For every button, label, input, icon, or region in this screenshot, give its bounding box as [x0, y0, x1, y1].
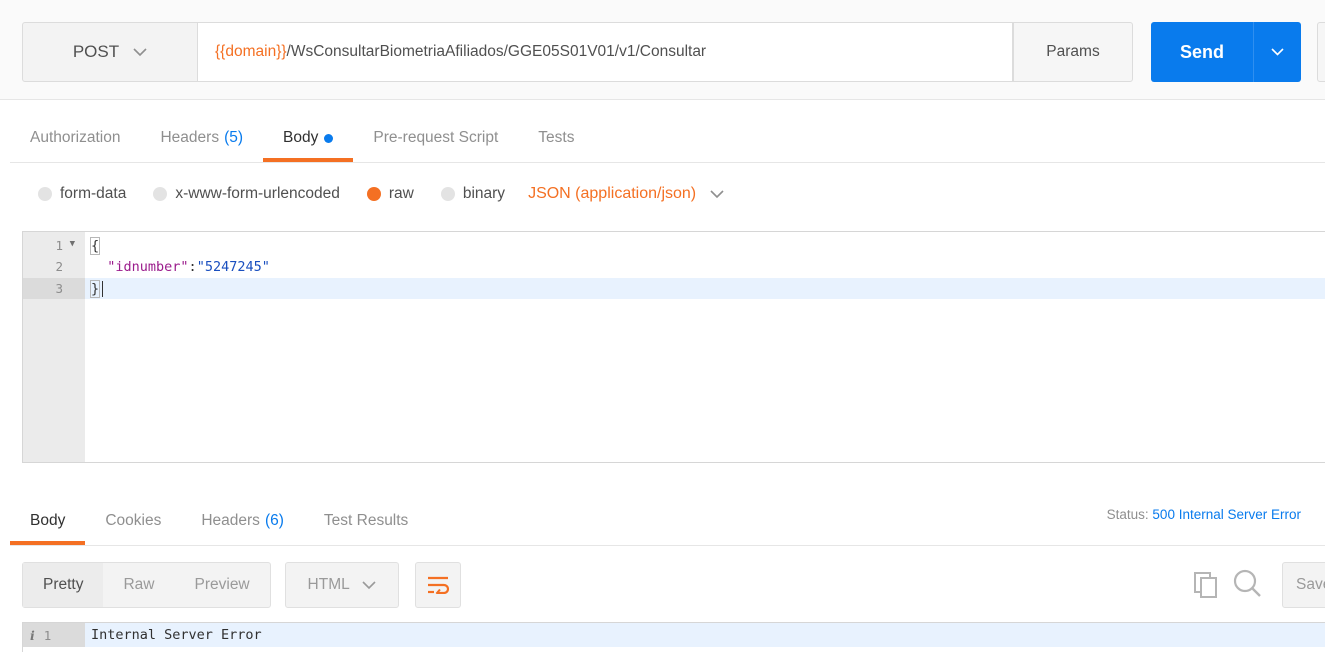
request-tabs: Authorization Headers (5) Body Pre-request S… [10, 114, 594, 162]
save-response-button[interactable]: Save [1282, 562, 1325, 608]
response-tabs: Body Cookies Headers (6) Test Results [10, 497, 428, 545]
radio-icon[interactable] [440, 187, 455, 201]
modified-dot-icon [324, 133, 334, 143]
url-input[interactable]: {{domain}}/WsConsultarBiometriaAfiliados… [198, 22, 1013, 82]
params-button[interactable]: Params [1013, 22, 1133, 82]
tab-headers[interactable]: Headers (5) [140, 114, 263, 162]
fold-arrow-icon[interactable]: ▼ [70, 239, 75, 249]
response-tab-headers[interactable]: Headers (6) [181, 497, 304, 545]
code-line: 2 "idnumber":"5247245" [23, 256, 1325, 277]
send-dropdown-button[interactable] [1253, 22, 1301, 82]
radio-label: x-www-form-urlencoded [175, 185, 340, 202]
code-line: 1 ▼ { [23, 235, 1325, 256]
view-pretty-button[interactable]: Pretty [23, 563, 104, 607]
wrap-lines-icon [427, 576, 449, 594]
response-body-viewer[interactable]: i 1 Internal Server Error [22, 622, 1325, 652]
method-label: POST [72, 42, 120, 61]
tab-label: Headers [201, 512, 260, 529]
tab-label: Authorization [30, 129, 121, 146]
json-value: "5247245" [196, 258, 270, 275]
method-select[interactable]: POST [22, 22, 198, 82]
response-toolbar: Pretty Raw Preview HTML [22, 562, 461, 608]
json-separator: : [188, 258, 197, 275]
divider [10, 162, 1325, 163]
tab-label: Tests [538, 129, 575, 146]
tab-count: (6) [264, 512, 284, 529]
body-type-x-www-form-urlencoded[interactable]: x-www-form-urlencoded [153, 185, 340, 203]
body-type-options: form-data x-www-form-urlencoded raw binary … [38, 176, 724, 212]
copy-icon[interactable] [1192, 570, 1220, 598]
search-icon[interactable] [1232, 568, 1262, 598]
tab-pre-request-script[interactable]: Pre-request Script [353, 114, 518, 162]
view-preview-button[interactable]: Preview [175, 563, 270, 607]
tab-label: Test Results [323, 512, 409, 529]
response-tab-body[interactable]: Body [10, 497, 86, 545]
chevron-down-icon [133, 47, 147, 56]
language-select[interactable]: HTML [284, 562, 399, 608]
code-text: { [89, 236, 101, 255]
tab-label: Headers [160, 129, 220, 146]
text-cursor [102, 280, 104, 297]
tab-label: Body [30, 512, 66, 529]
tab-tests[interactable]: Tests [518, 114, 594, 162]
save-button[interactable] [1317, 22, 1325, 82]
response-tab-test-results[interactable]: Test Results [304, 497, 428, 545]
view-mode-group: Pretty Raw Preview [22, 562, 271, 608]
response-tab-cookies[interactable]: Cookies [85, 497, 181, 545]
status-label: Status: [1106, 507, 1149, 522]
line-number: 3 [55, 281, 63, 296]
tab-label: Cookies [105, 512, 162, 529]
body-type-form-data[interactable]: form-data [38, 185, 126, 203]
tab-label: Pre-request Script [373, 129, 499, 146]
divider [10, 545, 1325, 546]
content-type-label: JSON (application/json) [528, 185, 697, 202]
radio-icon[interactable] [366, 187, 381, 201]
radio-icon[interactable] [153, 187, 168, 201]
line-number: 1 [55, 238, 63, 253]
body-editor[interactable]: 1 ▼ { 2 "idnumber":"5247245" 3 } [22, 231, 1325, 463]
response-text: Internal Server Error [91, 627, 262, 643]
body-type-raw[interactable]: raw [366, 185, 414, 203]
send-button[interactable]: Send [1151, 22, 1253, 82]
tab-count: (5) [224, 129, 244, 146]
info-icon: i [30, 627, 35, 643]
tab-body[interactable]: Body [263, 114, 354, 162]
line-number: 1 [43, 627, 52, 643]
status-value[interactable]: 500 Internal Server Error [1152, 507, 1301, 522]
radio-icon[interactable] [38, 187, 52, 201]
chevron-down-icon [1271, 48, 1284, 56]
json-key: "idnumber" [107, 258, 189, 275]
content-type-select[interactable]: JSON (application/json) [528, 185, 724, 203]
url-path: /WsConsultarBiometriaAfiliados/GGE05S01V… [286, 43, 707, 60]
chevron-down-icon [362, 580, 376, 589]
response-line: i 1 Internal Server Error [23, 623, 1325, 647]
request-bar: POST {{domain}}/WsConsultarBiometriaAfil… [0, 0, 1325, 100]
view-raw-button[interactable]: Raw [103, 563, 174, 607]
code-line-current: 3 } [23, 278, 1325, 299]
language-label: HTML [307, 576, 350, 593]
response-status: Status: 500 Internal Server Error [1107, 507, 1301, 522]
radio-label: binary [462, 185, 506, 202]
tab-label: Body [283, 129, 319, 146]
code-text: } [89, 279, 101, 298]
body-type-binary[interactable]: binary [440, 185, 506, 203]
line-number: 2 [55, 259, 63, 274]
tab-authorization[interactable]: Authorization [10, 114, 140, 162]
radio-label: raw [388, 185, 414, 202]
chevron-down-icon [710, 189, 724, 198]
wrap-lines-button[interactable] [414, 562, 461, 608]
url-variable: {{domain}} [215, 43, 287, 60]
radio-label: form-data [60, 185, 127, 202]
